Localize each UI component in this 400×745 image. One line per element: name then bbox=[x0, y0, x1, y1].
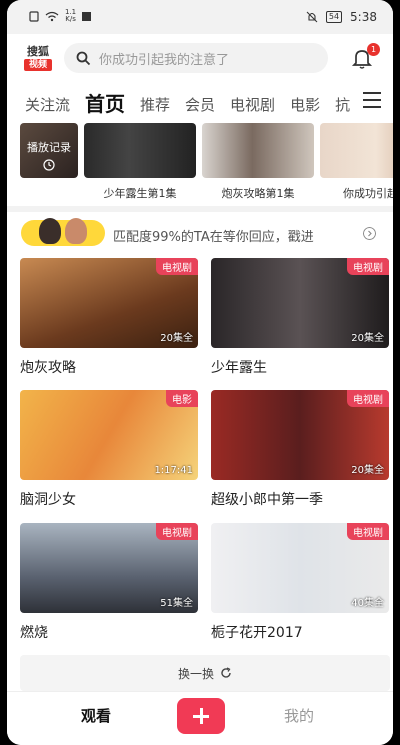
history-item[interactable]: 炮灰攻略第1集 bbox=[202, 123, 314, 203]
video-title: 超级小郎中第一季 bbox=[211, 492, 323, 508]
add-button[interactable] bbox=[177, 698, 225, 734]
episode-count: 40集全 bbox=[351, 598, 384, 609]
speed-unit: K/s bbox=[65, 15, 76, 23]
top-header: 搜狐 视频 你成功引起我的注意了 1 bbox=[7, 34, 393, 84]
video-duration: 1:17:41 bbox=[154, 465, 193, 476]
video-title: 栀子花开2017 bbox=[211, 625, 303, 641]
search-icon bbox=[76, 51, 91, 65]
episode-count: 20集全 bbox=[160, 333, 193, 344]
tab-partial[interactable]: 抗 bbox=[335, 94, 350, 116]
history-thumbnail bbox=[84, 123, 196, 178]
video-title: 脑洞少女 bbox=[20, 492, 76, 508]
history-item[interactable]: 少年露生第1集 bbox=[84, 123, 196, 203]
category-badge: 电视剧 bbox=[347, 523, 389, 540]
video-card[interactable]: 电视剧 20集全 少年露生 bbox=[211, 258, 389, 377]
logo-tag: 视频 bbox=[24, 59, 52, 71]
status-right: 54 5:38 bbox=[306, 10, 377, 24]
notification-square-icon bbox=[82, 11, 92, 21]
refresh-label: 换一换 bbox=[177, 666, 214, 681]
video-thumbnail: 电视剧 20集全 bbox=[211, 390, 389, 480]
match-banner[interactable]: 匹配度99%的TA在等你回应，戳进 bbox=[7, 212, 393, 256]
nav-me[interactable]: 我的 bbox=[284, 705, 314, 726]
chevron-right-icon bbox=[363, 227, 376, 240]
clock-icon bbox=[43, 159, 55, 171]
video-card[interactable]: 电视剧 20集全 炮灰攻略 bbox=[20, 258, 198, 377]
search-bar[interactable]: 你成功引起我的注意了 bbox=[64, 43, 328, 73]
video-card[interactable]: 电视剧 20集全 超级小郎中第一季 bbox=[211, 390, 389, 509]
avatar bbox=[39, 218, 61, 244]
tab-tv-series[interactable]: 电视剧 bbox=[230, 94, 275, 116]
clock: 5:38 bbox=[350, 10, 377, 24]
match-avatars bbox=[21, 218, 105, 246]
history-item[interactable]: 你成功引起我 bbox=[320, 123, 393, 203]
refresh-icon bbox=[221, 667, 231, 678]
video-card[interactable]: 电视剧 40集全 栀子花开2017 bbox=[211, 523, 389, 642]
status-bar: 1.1 K/s 54 5:38 bbox=[7, 0, 393, 34]
battery-indicator: 54 bbox=[325, 11, 343, 23]
nav-watch[interactable]: 观看 bbox=[81, 705, 111, 726]
history-row: 播放记录 少年露生第1集 炮灰攻略第1集 你成功引起我 bbox=[20, 123, 393, 203]
category-badge: 电视剧 bbox=[156, 258, 198, 275]
sim-icon bbox=[29, 10, 39, 22]
category-badge: 电视剧 bbox=[347, 258, 389, 275]
network-speed: 1.1 K/s bbox=[65, 9, 76, 23]
video-thumbnail: 电视剧 20集全 bbox=[211, 258, 389, 348]
search-placeholder: 你成功引起我的注意了 bbox=[99, 52, 230, 68]
phone-screen: 1.1 K/s 54 5:38 搜狐 视频 你成功引起我的注意了 1 关注流 首… bbox=[7, 0, 393, 745]
video-thumbnail: 电影 1:17:41 bbox=[20, 390, 198, 480]
video-title: 燃烧 bbox=[20, 625, 48, 641]
history-thumbnail bbox=[320, 123, 393, 178]
video-thumbnail: 电视剧 40集全 bbox=[211, 523, 389, 613]
tab-following[interactable]: 关注流 bbox=[25, 94, 70, 116]
tab-home[interactable]: 首页 bbox=[85, 92, 125, 116]
video-card[interactable]: 电影 1:17:41 脑洞少女 bbox=[20, 390, 198, 509]
history-title: 你成功引起我 bbox=[343, 187, 393, 200]
history-thumbnail bbox=[202, 123, 314, 178]
tab-vip[interactable]: 会员 bbox=[185, 94, 215, 116]
history-title: 少年露生第1集 bbox=[103, 187, 177, 200]
history-title: 炮灰攻略第1集 bbox=[221, 187, 295, 200]
match-text: 匹配度99%的TA在等你回应，戳进 bbox=[113, 230, 314, 245]
tab-movies[interactable]: 电影 bbox=[290, 94, 320, 116]
episode-count: 20集全 bbox=[351, 465, 384, 476]
tab-recommended[interactable]: 推荐 bbox=[140, 94, 170, 116]
video-thumbnail: 电视剧 20集全 bbox=[20, 258, 198, 348]
bottom-nav: 观看 我的 bbox=[7, 691, 393, 745]
video-title: 少年露生 bbox=[211, 360, 267, 376]
refresh-button[interactable]: 换一换 bbox=[20, 655, 390, 691]
menu-icon[interactable] bbox=[363, 92, 381, 108]
logo-text: 搜狐 bbox=[27, 45, 49, 58]
play-history-label: 播放记录 bbox=[27, 141, 71, 154]
status-left: 1.1 K/s bbox=[29, 9, 92, 23]
notification-badge: 1 bbox=[367, 43, 380, 56]
video-title: 炮灰攻略 bbox=[20, 360, 76, 376]
category-badge: 电影 bbox=[166, 390, 198, 407]
app-logo[interactable]: 搜狐 视频 bbox=[24, 46, 52, 71]
notification-button[interactable]: 1 bbox=[350, 43, 380, 70]
category-badge: 电视剧 bbox=[347, 390, 389, 407]
play-history-button[interactable]: 播放记录 bbox=[20, 123, 78, 178]
category-badge: 电视剧 bbox=[156, 523, 198, 540]
video-card[interactable]: 电视剧 51集全 燃烧 bbox=[20, 523, 198, 642]
mute-bell-icon bbox=[306, 11, 318, 23]
avatar bbox=[65, 218, 87, 244]
wifi-icon bbox=[45, 11, 59, 21]
episode-count: 51集全 bbox=[160, 598, 193, 609]
video-thumbnail: 电视剧 51集全 bbox=[20, 523, 198, 613]
channel-tabs: 关注流 首页 推荐 会员 电视剧 电影 抗 bbox=[7, 86, 393, 116]
episode-count: 20集全 bbox=[351, 333, 384, 344]
